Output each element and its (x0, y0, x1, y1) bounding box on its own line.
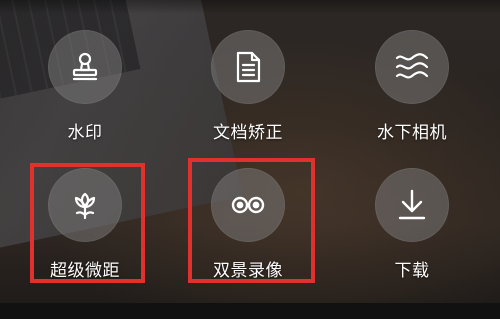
highlight-box-super-macro (30, 163, 145, 283)
stamp-icon (68, 50, 102, 84)
mode-document-correction-circle[interactable] (211, 30, 285, 104)
mode-download-circle[interactable] (375, 168, 449, 242)
highlight-box-dual-view-video (188, 158, 315, 283)
download-icon (396, 188, 428, 222)
mode-document-correction-label: 文档矫正 (213, 123, 283, 143)
bottom-bar (0, 303, 500, 319)
mode-watermark-circle[interactable] (48, 30, 122, 104)
mode-download-label: 下载 (394, 261, 430, 281)
mode-watermark[interactable]: 水印 (25, 30, 145, 150)
mode-watermark-label: 水印 (67, 123, 103, 143)
mode-document-correction[interactable]: 文档矫正 (188, 30, 308, 150)
document-icon (233, 50, 263, 84)
mode-underwater-camera[interactable]: 水下相机 (352, 30, 472, 150)
top-fade (0, 0, 500, 14)
waves-icon (394, 52, 430, 82)
mode-underwater-camera-circle[interactable] (375, 30, 449, 104)
mode-download[interactable]: 下载 (352, 168, 472, 288)
mode-underwater-camera-label: 水下相机 (377, 123, 447, 143)
